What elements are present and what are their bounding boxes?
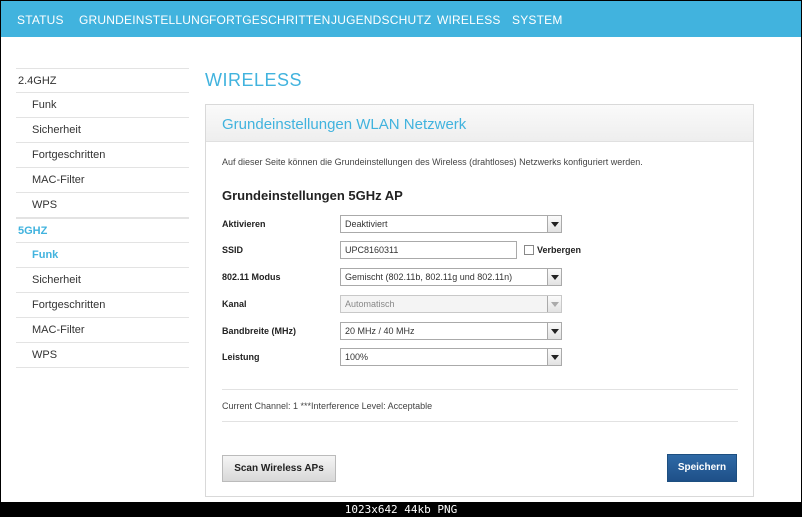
chevron-down-icon bbox=[547, 269, 561, 285]
divider bbox=[222, 421, 738, 422]
sidebar-item-wps-24[interactable]: WPS bbox=[16, 193, 189, 218]
sidebar-section-5ghz[interactable]: 5GHZ bbox=[16, 218, 189, 243]
chevron-down-icon bbox=[547, 216, 561, 232]
panel-header: Grundeinstellungen WLAN Netzwerk bbox=[206, 105, 753, 142]
power-label: Leistung bbox=[222, 352, 260, 362]
sidebar-item-mac-filter-5[interactable]: MAC-Filter bbox=[16, 318, 189, 343]
nav-grundeinstellung[interactable]: GRUNDEINSTELLUNG bbox=[79, 1, 210, 37]
activate-select[interactable]: Deaktiviert bbox=[340, 215, 562, 233]
ssid-input[interactable]: UPC8160311 bbox=[340, 241, 517, 259]
chevron-down-icon bbox=[547, 323, 561, 339]
browser-content: STATUS GRUNDEINSTELLUNG FORTGESCHRITTEN … bbox=[1, 1, 801, 502]
chevron-down-icon bbox=[547, 296, 561, 312]
image-caption: 1023x642 44kb PNG bbox=[344, 503, 458, 516]
mode-label: 802.11 Modus bbox=[222, 272, 281, 282]
sidebar-section-2-4ghz[interactable]: 2.4GHZ bbox=[16, 68, 189, 93]
bandwidth-label: Bandbreite (MHz) bbox=[222, 326, 296, 336]
mode-select[interactable]: Gemischt (802.11b, 802.11g und 802.11n) bbox=[340, 268, 562, 286]
sidebar-item-sicherheit-24[interactable]: Sicherheit bbox=[16, 118, 189, 143]
panel-description: Auf dieser Seite können die Grundeinstel… bbox=[222, 157, 643, 167]
save-button[interactable]: Speichern bbox=[667, 454, 737, 482]
divider bbox=[222, 389, 738, 390]
channel-status: Current Channel: 1 ***Interference Level… bbox=[222, 401, 433, 411]
sidebar-item-fortgeschritten-24[interactable]: Fortgeschritten bbox=[16, 143, 189, 168]
nav-fortgeschritten[interactable]: FORTGESCHRITTEN bbox=[209, 1, 330, 37]
sidebar-item-mac-filter-24[interactable]: MAC-Filter bbox=[16, 168, 189, 193]
hide-ssid-label: Verbergen bbox=[537, 245, 582, 255]
activate-value: Deaktiviert bbox=[345, 219, 388, 229]
settings-panel: Grundeinstellungen WLAN Netzwerk Auf die… bbox=[205, 104, 754, 497]
mode-value: Gemischt (802.11b, 802.11g und 802.11n) bbox=[345, 272, 513, 282]
sidebar-item-sicherheit-5[interactable]: Sicherheit bbox=[16, 268, 189, 293]
nav-status[interactable]: STATUS bbox=[17, 1, 64, 37]
channel-select: Automatisch bbox=[340, 295, 562, 313]
hide-ssid-checkbox[interactable] bbox=[524, 245, 534, 255]
activate-label: Aktivieren bbox=[222, 219, 266, 229]
power-value: 100% bbox=[345, 352, 369, 362]
bandwidth-value: 20 MHz / 40 MHz bbox=[345, 326, 415, 336]
nav-jugendschutz[interactable]: JUGENDSCHUTZ bbox=[331, 1, 431, 37]
page-title: WIRELESS bbox=[205, 70, 303, 90]
scan-wireless-aps-button[interactable]: Scan Wireless APs bbox=[222, 455, 336, 482]
top-navigation: STATUS GRUNDEINSTELLUNG FORTGESCHRITTEN … bbox=[1, 1, 801, 37]
bandwidth-select[interactable]: 20 MHz / 40 MHz bbox=[340, 322, 562, 340]
sidebar-item-fortgeschritten-5[interactable]: Fortgeschritten bbox=[16, 293, 189, 318]
power-select[interactable]: 100% bbox=[340, 348, 562, 366]
sidebar: 2.4GHZ Funk Sicherheit Fortgeschritten M… bbox=[16, 68, 189, 368]
sidebar-item-funk-24[interactable]: Funk bbox=[16, 93, 189, 118]
sidebar-item-wps-5[interactable]: WPS bbox=[16, 343, 189, 368]
ssid-label: SSID bbox=[222, 245, 244, 255]
section-subtitle: Grundeinstellungen 5GHz AP bbox=[222, 188, 403, 203]
panel-title: Grundeinstellungen WLAN Netzwerk bbox=[222, 116, 467, 133]
channel-label: Kanal bbox=[222, 299, 247, 309]
channel-value: Automatisch bbox=[345, 299, 395, 309]
nav-wireless[interactable]: WIRELESS bbox=[437, 1, 501, 37]
sidebar-item-funk-5[interactable]: Funk bbox=[16, 243, 189, 268]
nav-system[interactable]: SYSTEM bbox=[512, 1, 563, 37]
chevron-down-icon bbox=[547, 349, 561, 365]
